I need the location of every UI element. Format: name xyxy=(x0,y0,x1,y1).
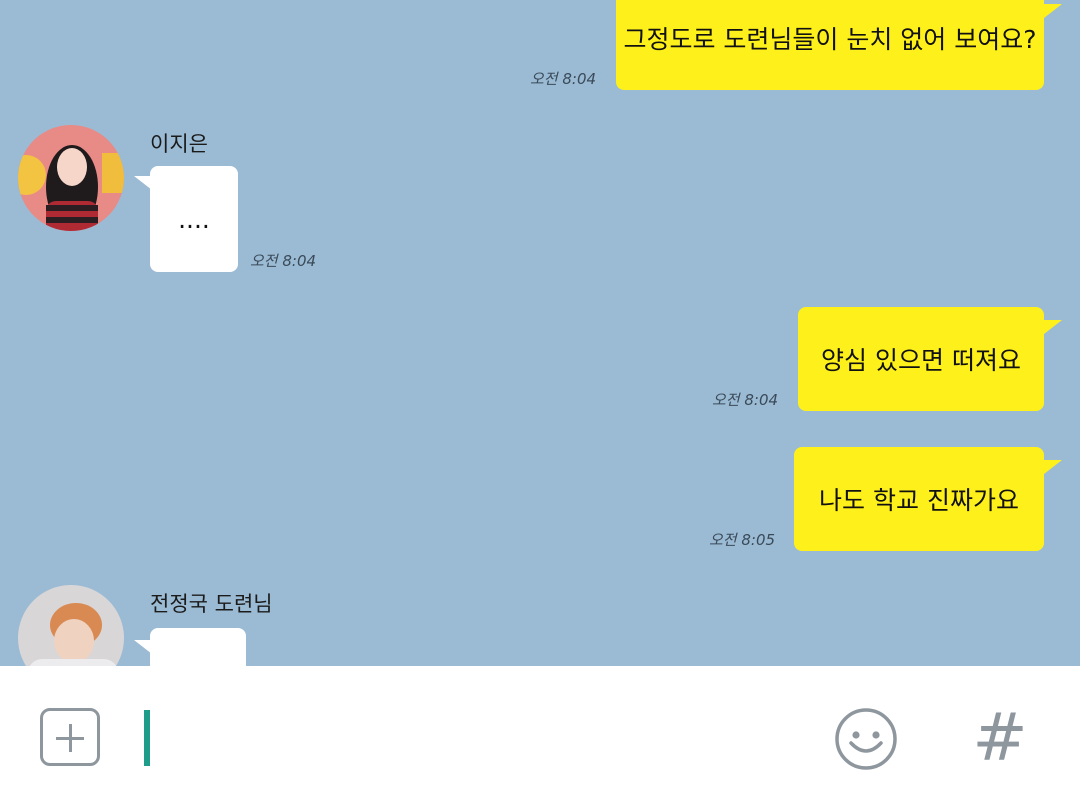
message-text: 양심 있으면 떠져요 xyxy=(821,346,1021,375)
my-message-bubble[interactable]: 그정도로 도련님들이 눈치 없어 보여요? xyxy=(616,0,1044,90)
message-text: 나도 학교 진짜가요 xyxy=(819,486,1019,515)
chat-area[interactable]: 그정도로 도련님들이 눈치 없어 보여요? 오전 8:04 이지은 .... 오… xyxy=(0,0,1080,666)
message-text: 그정도로 도련님들이 눈치 없어 보여요? xyxy=(623,25,1037,54)
avatar-photo-icon xyxy=(18,125,124,231)
hashtag-icon[interactable]: # xyxy=(970,700,1030,776)
bubble-tail xyxy=(1044,460,1062,474)
other-message-bubble[interactable]: .... xyxy=(150,166,238,272)
message-text: .... xyxy=(178,204,210,234)
bubble-tail xyxy=(1044,4,1062,18)
my-message-bubble[interactable]: 나도 학교 진짜가요 xyxy=(794,447,1044,551)
avatar[interactable] xyxy=(18,125,124,231)
message-time: 오전 8:05 xyxy=(709,531,776,549)
emoji-icon[interactable] xyxy=(834,707,898,771)
message-time: 오전 8:04 xyxy=(712,391,779,409)
bubble-tail xyxy=(1044,320,1062,334)
avatar[interactable] xyxy=(18,585,124,666)
sender-name: 이지은 xyxy=(150,132,208,156)
avatar-photo-icon xyxy=(18,585,124,666)
message-input-bar: # xyxy=(0,666,1080,810)
message-time: 오전 8:04 xyxy=(530,70,597,88)
message-input[interactable] xyxy=(160,706,804,772)
other-message-bubble[interactable] xyxy=(150,628,246,666)
text-cursor xyxy=(144,710,150,766)
sender-name: 전정국 도련님 xyxy=(150,592,273,616)
plus-icon[interactable] xyxy=(40,708,100,766)
message-time: 오전 8:04 xyxy=(250,252,317,270)
my-message-bubble[interactable]: 양심 있으면 떠져요 xyxy=(798,307,1044,411)
